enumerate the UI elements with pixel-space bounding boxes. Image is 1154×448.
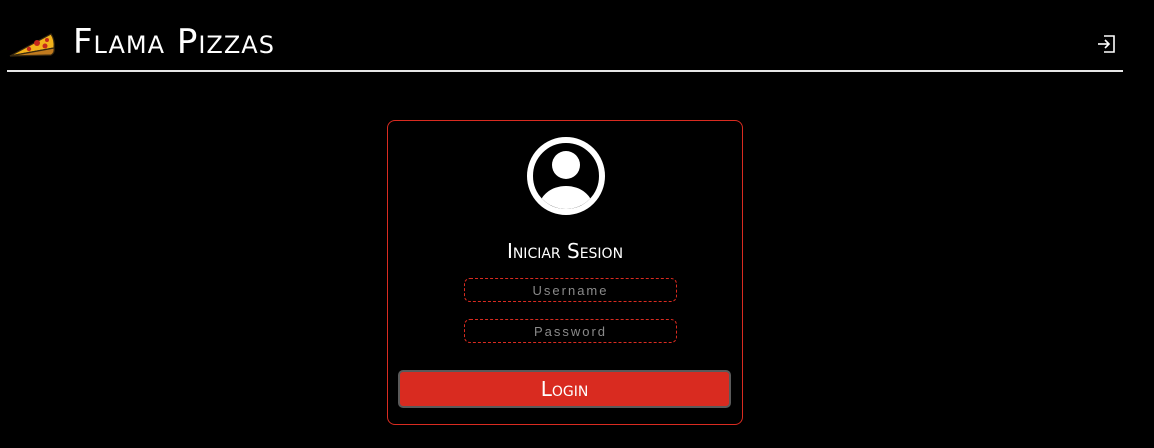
login-button[interactable]: Login: [398, 370, 731, 408]
logout-icon[interactable]: [1096, 34, 1116, 54]
app-header: Flama Pizzas: [7, 0, 1123, 72]
user-circle-icon: [527, 137, 605, 215]
login-title: Iniciar Sesion: [506, 239, 624, 263]
pizza-slice-icon: [9, 33, 55, 57]
app-title: Flama Pizzas: [73, 22, 275, 62]
username-input[interactable]: [464, 278, 677, 302]
password-input[interactable]: [464, 319, 677, 343]
